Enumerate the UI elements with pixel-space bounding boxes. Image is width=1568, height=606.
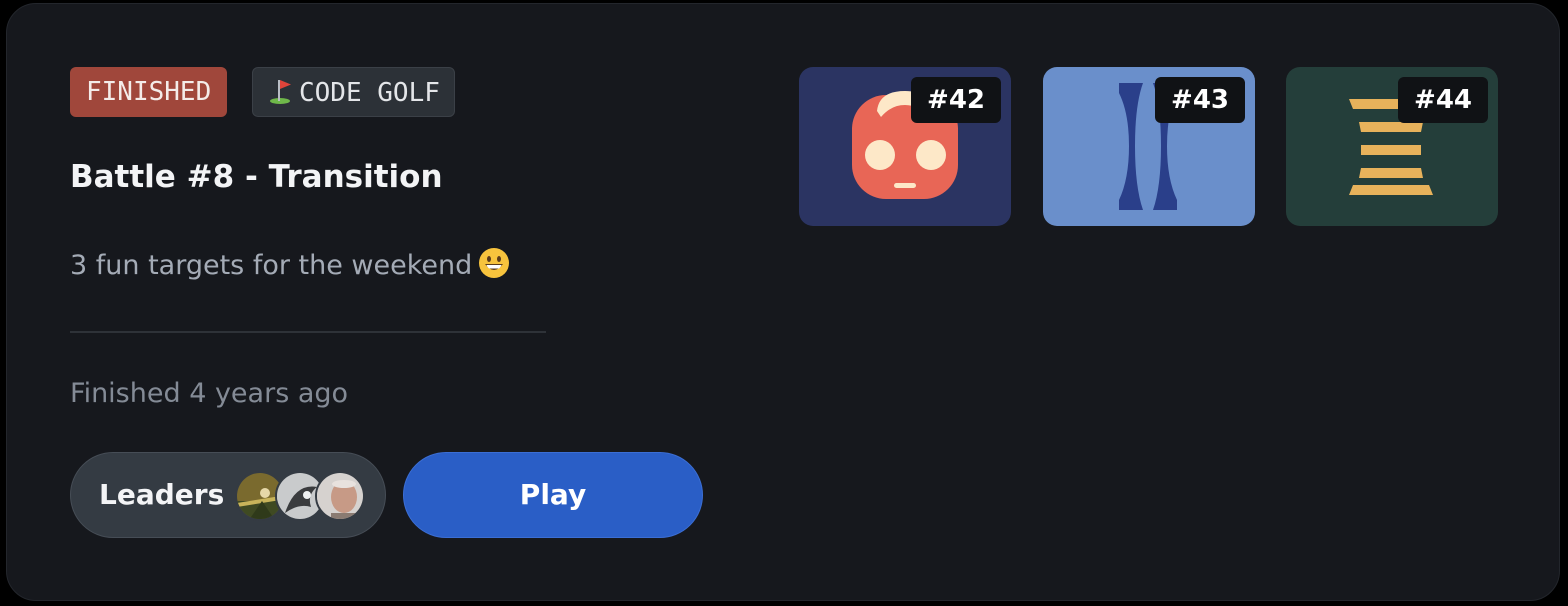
mode-label: CODE GOLF — [299, 78, 440, 108]
divider — [70, 331, 546, 333]
target-number: #43 — [1155, 77, 1245, 123]
target-thumbnail[interactable]: #44 — [1286, 67, 1498, 226]
play-button[interactable]: Play — [403, 452, 703, 538]
battle-title: Battle #8 - Transition — [70, 159, 443, 195]
avatar — [315, 471, 365, 521]
battle-card: FINISHED CODE GOLF Battle #8 - Transitio… — [6, 3, 1560, 601]
finished-timestamp: Finished 4 years ago — [70, 378, 349, 409]
target-number: #42 — [911, 77, 1001, 123]
battle-description: 3 fun targets for the weekend — [70, 247, 510, 283]
target-thumbnail[interactable]: #42 — [799, 67, 1011, 226]
mode-badge: CODE GOLF — [252, 67, 455, 117]
leaders-label: Leaders — [99, 478, 225, 511]
status-badge: FINISHED — [70, 67, 228, 117]
target-thumbnail[interactable]: #43 — [1043, 67, 1255, 226]
description-text: 3 fun targets for the weekend — [70, 250, 473, 281]
golf-flag-icon — [270, 79, 291, 104]
target-number: #44 — [1398, 77, 1488, 123]
leaders-button[interactable]: Leaders — [70, 452, 386, 538]
grinning-face-icon — [479, 247, 510, 278]
